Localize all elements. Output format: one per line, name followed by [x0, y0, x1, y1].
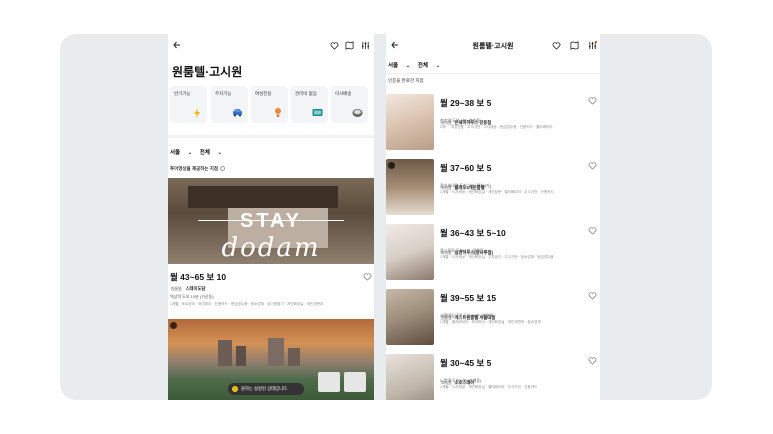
filter-sliders-icon[interactable]: [586, 39, 598, 51]
list-item[interactable]: 월 29~38 보 5 고시원 온새미하우스 강동점 천호역 도보 2분 (천호동…: [386, 94, 600, 154]
listing-location: 서울대입구역 도보 10분 (봉천동): [440, 313, 495, 318]
heart-outline-icon[interactable]: [550, 39, 562, 51]
scope-selector[interactable]: 전체 ⌄: [418, 63, 440, 69]
photo-detail: [318, 372, 340, 392]
listing-tags: 1개월 · 식사제공 · 개인화장실 · 주차공간 · 주식가전 · 청소업체 …: [440, 255, 554, 259]
listing-location: 역삼역 도보 10분 (가산동): [170, 294, 214, 299]
photo-detail: [236, 346, 246, 366]
category-label: 반기가능: [174, 91, 191, 96]
list-item[interactable]: 월 39~55 보 15 원룸텔 게스트원룸텔 서울대점 서울대입구역 도보 10…: [386, 289, 600, 349]
favorite-heart-icon[interactable]: [363, 272, 372, 281]
section-heading: 투어영상을 제공하는 지점: [170, 166, 226, 172]
photo-detail: [268, 338, 284, 366]
region-selector[interactable]: 서울 ⌄: [170, 150, 192, 156]
region-filter[interactable]: 서울 ⌄ 전체 ⌄: [388, 61, 446, 69]
photo-detail: [344, 372, 366, 392]
listing-price: 월 37~60 보 5: [440, 163, 492, 173]
photo-detail: [218, 340, 232, 366]
category-label: 주차가능: [215, 91, 232, 96]
car-icon: [232, 107, 243, 118]
favorite-heart-icon[interactable]: [588, 291, 597, 300]
favorite-heart-icon[interactable]: [588, 226, 597, 235]
region-selector[interactable]: 서울 ⌄: [388, 63, 410, 69]
listing-location: 잠실새내역 도보 3분 (잠실4가): [440, 183, 491, 188]
right-phone-screen: 원룸텔·고시원 서울 ⌄ 전체 ⌄ 인증을 완료한 지점 월 29~38 보 5…: [386, 34, 600, 400]
list-item[interactable]: 월 36~43 보 5~10 고시원 심경하우스(광나루점) 광나루역 도보 2분…: [386, 224, 600, 284]
filter-sliders-icon[interactable]: [359, 39, 371, 51]
listing-tags: 1개월 · 식사제공 · 개인화장실 · 개인창문 · 엘리베이터 · 주식가전…: [440, 190, 554, 194]
favorite-heart-icon[interactable]: [588, 161, 597, 170]
listing-price: 월 36~43 보 5~10: [440, 228, 506, 238]
listing-price: 월 30~45 보 5: [440, 358, 492, 368]
listing-tags: 1개월 · 엘리베이터 · 와이파이 · 개인화장실 · 개인세면대 · 청소업…: [440, 320, 541, 324]
listing-thumbnail: [386, 224, 434, 280]
listing-video-thumbnail[interactable]: STAY dodam: [168, 178, 374, 264]
category-card[interactable]: 주차가능: [211, 86, 248, 123]
listing-location: 천호역 도보 2분 (천호동): [440, 118, 482, 123]
play-icon: [170, 322, 177, 329]
overlay-text-stay: STAY: [239, 210, 303, 232]
toast-message: ! 원하는 설정된 상태입니다.: [228, 383, 304, 395]
section-divider: [168, 135, 374, 138]
listing-name-row: 원룸텔 스테이도담: [170, 286, 205, 292]
listing-price: 월 29~38 보 5: [440, 98, 492, 108]
listing-name: 스테이도담: [185, 286, 206, 291]
listing-thumbnail: [386, 159, 434, 215]
section-heading: 인증을 완료한 지점: [388, 78, 424, 83]
listing-location: 광나루역 도보 2분 (광진동): [440, 248, 486, 253]
category-label: 여성전용: [255, 91, 272, 96]
category-card[interactable]: 여성전용: [251, 86, 288, 123]
female-icon: [272, 107, 283, 118]
listing-tags: 1개월 · 식사제공 · 개인화장실 · 엘리베이터 · 주식가전 · 신용카드: [440, 385, 538, 389]
category-row: 반기가능 주차가능 여성전용 관리비 없음 이사배송: [168, 86, 374, 124]
info-icon[interactable]: [220, 166, 226, 172]
category-label: 관리비 없음: [295, 91, 317, 96]
list-item[interactable]: 월 37~60 보 5 고시원 블레오4개윈룸텔 1 잠실새내역 도보 3분 (잠…: [386, 159, 600, 219]
category-card[interactable]: 반기가능: [170, 86, 207, 123]
photo-detail: [288, 348, 300, 366]
listing-location: 노원역 도보 3분 (상계동): [440, 378, 482, 383]
page-title: 원룸텔·고시원: [172, 65, 243, 79]
back-arrow-icon[interactable]: [170, 38, 184, 52]
box-icon: [352, 107, 363, 118]
right-top-bar: 원룸텔·고시원: [386, 38, 600, 54]
favorite-heart-icon[interactable]: [588, 96, 597, 105]
scope-selector[interactable]: 전체 ⌄: [200, 150, 222, 156]
region-filter[interactable]: 서울 ⌄ 전체 ⌄: [170, 148, 228, 156]
tv-icon: [312, 107, 323, 118]
showcase-frame: 원룸텔·고시원 반기가능 주차가능 여성전용 관리비 없음 이사배송 서울 ⌄ …: [60, 34, 712, 400]
section-divider: [386, 73, 600, 74]
listing-price: 월 39~55 보 15: [440, 293, 497, 303]
lightning-icon: [191, 107, 202, 118]
category-label: 이사배송: [335, 91, 352, 96]
listing-tags: 1개월 · 포르공조 · 와이파이 · 신용카드 · 현금영수증 · 청소업체 …: [170, 302, 324, 306]
listing-thumbnail: [386, 94, 434, 150]
listing-tags: 3개~ · 여성전용 · 주식가전 · 식사제공 · 현금영수증 · 신용카드 …: [440, 125, 553, 129]
map-icon[interactable]: [568, 39, 580, 51]
map-icon[interactable]: [343, 39, 355, 51]
favorite-heart-icon[interactable]: [588, 356, 597, 365]
listing-thumbnail: [386, 289, 434, 345]
alert-icon: !: [232, 386, 238, 392]
photo-detail: [188, 186, 338, 208]
listing-price: 월 43~65 보 10: [170, 272, 227, 282]
left-top-bar: [168, 38, 374, 54]
category-card[interactable]: 이사배송: [331, 86, 368, 123]
list-item[interactable]: 월 30~45 보 5 고시원 소호스테이 노원역 도보 3분 (상계동) 1개월…: [386, 354, 600, 400]
overlay-text-dodam: dodam: [221, 233, 321, 263]
type-tag: 원룸텔: [170, 287, 183, 291]
listing-thumbnail: [386, 354, 434, 400]
heart-outline-icon[interactable]: [328, 39, 340, 51]
left-phone-screen: 원룸텔·고시원 반기가능 주차가능 여성전용 관리비 없음 이사배송 서울 ⌄ …: [168, 34, 374, 400]
category-card[interactable]: 관리비 없음: [291, 86, 328, 123]
play-icon: [388, 162, 395, 169]
